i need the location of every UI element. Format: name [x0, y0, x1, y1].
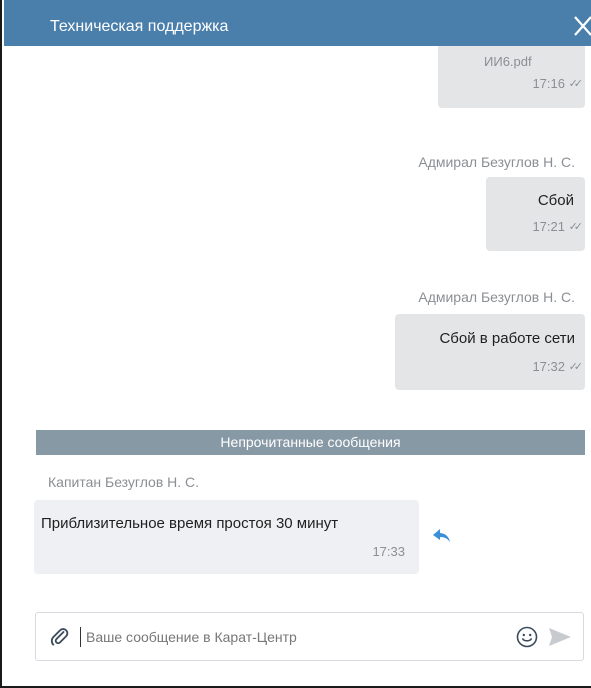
paperclip-icon[interactable] [50, 627, 70, 647]
double-check-icon: ✓✓ [568, 78, 584, 90]
message-text: Приблизительное время простоя 30 минут [41, 515, 339, 532]
double-check-icon: ✓✓ [568, 221, 584, 233]
double-check-icon: ✓✓ [568, 361, 584, 373]
message-bubble-file[interactable]: ИИ6.pdf 17:16 ✓✓ [438, 46, 585, 108]
message-time: 17:33 [372, 544, 405, 559]
chat-title: Техническая поддержка [50, 18, 229, 35]
text-caret [80, 627, 81, 647]
message-time: 17:21 [532, 219, 565, 234]
message-text: Сбой в работе сети [439, 330, 575, 347]
message-input[interactable] [82, 624, 490, 650]
message-time: 17:16 [532, 76, 565, 91]
message-composer [35, 612, 584, 661]
message-author: Адмирал Безуглов Н. С. [418, 289, 575, 305]
incoming-message-bubble[interactable]: Приблизительное время простоя 30 минут 1… [34, 500, 419, 574]
chat-window: Техническая поддержка ИИ6.pdf 17:16 ✓✓ А… [0, 0, 591, 688]
message-time: 17:32 [532, 359, 565, 374]
reply-icon[interactable] [432, 528, 452, 544]
message-author: Адмирал Безуглов Н. С. [418, 154, 575, 170]
message-author: Капитан Безуглов Н. С. [48, 474, 200, 490]
message-text: Сбой [537, 192, 574, 209]
message-bubble[interactable]: Сбой 17:21 ✓✓ [486, 177, 585, 251]
message-bubble[interactable]: Сбой в работе сети 17:32 ✓✓ [395, 314, 585, 390]
chat-header: Техническая поддержка [4, 0, 591, 46]
smile-icon[interactable] [516, 626, 538, 648]
unread-divider: Непрочитанные сообщения [36, 430, 585, 455]
send-icon[interactable] [548, 627, 572, 647]
close-icon[interactable] [571, 13, 591, 39]
file-name: ИИ6.pdf [484, 54, 532, 69]
